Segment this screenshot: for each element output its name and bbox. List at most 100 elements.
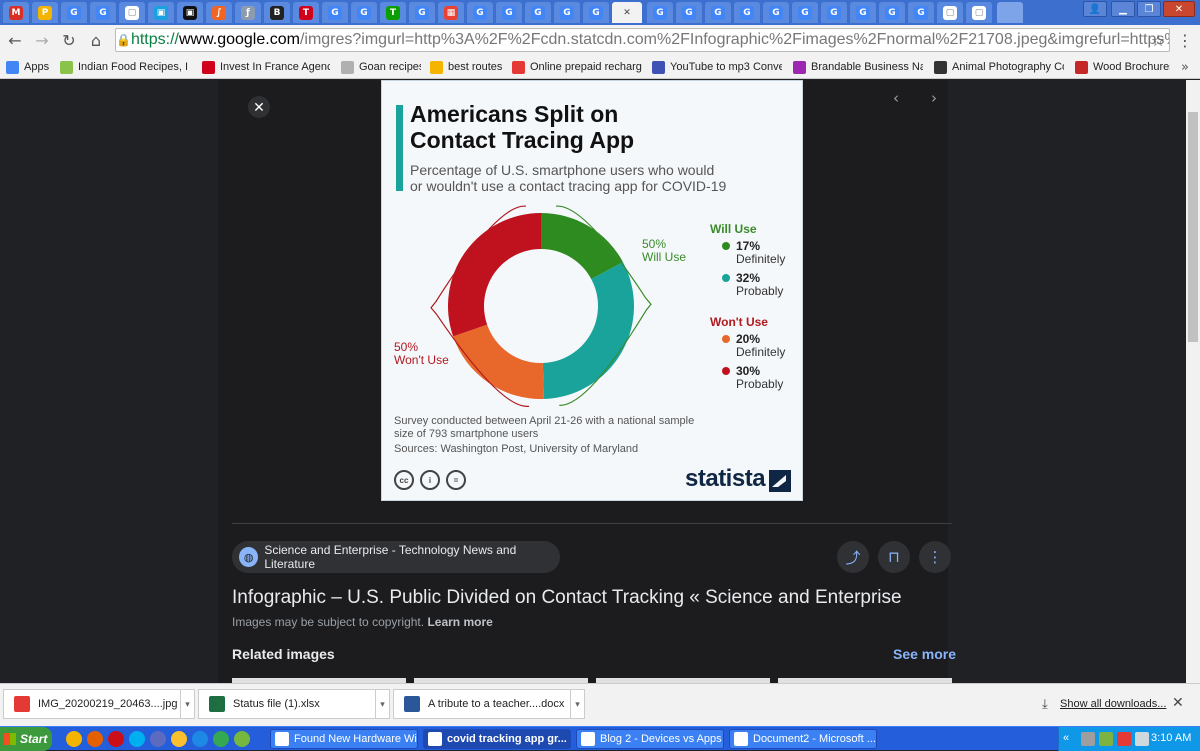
tab[interactable]: G	[525, 2, 551, 23]
tab[interactable]: G	[467, 2, 493, 23]
tab[interactable]: G	[322, 2, 348, 23]
home-button[interactable]: ⌂	[86, 30, 106, 50]
restore-button[interactable]: ❐	[1137, 1, 1161, 17]
tab[interactable]: G	[879, 2, 905, 23]
tab[interactable]: G	[850, 2, 876, 23]
skype-icon[interactable]	[129, 731, 145, 747]
download-options-icon[interactable]: ▾	[375, 690, 389, 718]
tab[interactable]: G	[496, 2, 522, 23]
tab[interactable]: G	[351, 2, 377, 23]
reload-button[interactable]: ↻	[59, 30, 79, 50]
address-bar[interactable]: 🔒 https://www.google.com/imgres?imgurl=h…	[115, 28, 1170, 52]
tab[interactable]: B	[264, 2, 290, 23]
tab-active[interactable]: ✕	[612, 2, 642, 23]
save-button[interactable]: ⊓	[878, 541, 910, 573]
taskbar-window-button[interactable]: Found New Hardware Wi...	[270, 729, 418, 749]
download-item[interactable]: IMG_20200219_20463....jpg ▾	[3, 689, 195, 719]
tray-expand-icon[interactable]: «	[1063, 732, 1077, 746]
firefox-icon[interactable]	[87, 731, 103, 747]
start-button[interactable]: Start	[0, 727, 52, 751]
show-all-downloads-link[interactable]: Show all downloads...	[1060, 698, 1166, 710]
page-scrollbar[interactable]	[1186, 80, 1200, 683]
scrollbar-thumb[interactable]	[1188, 112, 1198, 342]
utorrent-icon[interactable]	[234, 731, 250, 747]
tab[interactable]: ▢	[119, 2, 145, 23]
taskbar-window-button[interactable]: Blog 2 - Devices vs Apps ...	[576, 729, 724, 749]
tab[interactable]: G	[61, 2, 87, 23]
tab[interactable]: G	[734, 2, 760, 23]
opera-icon[interactable]	[108, 731, 124, 747]
tab[interactable]: ▢	[966, 2, 992, 23]
network-icon[interactable]	[1081, 732, 1095, 746]
menu-icon[interactable]: ⋮	[1175, 30, 1195, 50]
bookmark-item[interactable]: best routes	[430, 59, 505, 75]
media-icon[interactable]	[150, 731, 166, 747]
download-options-icon[interactable]: ▾	[180, 690, 194, 718]
user-icon[interactable]: 👤	[1083, 1, 1107, 17]
share-button[interactable]: ⤴	[837, 541, 869, 573]
bookmark-item[interactable]: Wood Brochures	[1075, 59, 1170, 75]
forward-button[interactable]: →	[32, 30, 52, 50]
app-icon: ƒ	[241, 5, 255, 20]
tab[interactable]: G	[676, 2, 702, 23]
learn-more-link[interactable]: Learn more	[427, 615, 492, 629]
tab[interactable]: ∫	[206, 2, 232, 23]
tab[interactable]: ▢	[937, 2, 963, 23]
tab[interactable]: P	[32, 2, 58, 23]
tab[interactable]: G	[583, 2, 609, 23]
tab[interactable]: ▣	[148, 2, 174, 23]
tray-app-icon[interactable]	[1099, 732, 1113, 746]
bookmark-item[interactable]: Apps	[6, 59, 50, 75]
antivirus-icon[interactable]	[1117, 732, 1131, 746]
bookmark-item[interactable]: YouTube to mp3 Conver	[652, 59, 782, 75]
tab[interactable]: T	[293, 2, 319, 23]
more-options-button[interactable]: ⋮	[919, 541, 951, 573]
donut-slice	[542, 262, 634, 399]
download-item[interactable]: Status file (1).xlsx ▾	[198, 689, 390, 719]
infographic-image[interactable]: Americans Split on Contact Tracing App P…	[381, 80, 803, 501]
bookmark-item[interactable]: Indian Food Recipes, Inc	[60, 59, 188, 75]
result-page-title[interactable]: Infographic – U.S. Public Divided on Con…	[232, 587, 902, 609]
new-tab-button[interactable]	[997, 2, 1023, 23]
tab[interactable]: G	[821, 2, 847, 23]
taskbar-window-button[interactable]: covid tracking app gr...	[423, 729, 571, 749]
tab[interactable]: G	[647, 2, 673, 23]
tab[interactable]: ▣	[177, 2, 203, 23]
taskbar-window-button[interactable]: Document2 - Microsoft ...	[729, 729, 877, 749]
minimize-button[interactable]: ▁	[1111, 1, 1135, 17]
chrome-icon[interactable]	[213, 731, 229, 747]
close-window-button[interactable]: ✕	[1163, 1, 1195, 17]
download-item[interactable]: A tribute to a teacher....docx ▾	[393, 689, 585, 719]
download-options-icon[interactable]: ▾	[570, 690, 584, 718]
tab[interactable]: G	[908, 2, 934, 23]
ie-icon[interactable]	[192, 731, 208, 747]
close-downloads-icon[interactable]: ✕	[1172, 694, 1184, 711]
close-tab-icon[interactable]: ✕	[620, 6, 634, 20]
tab[interactable]: T	[380, 2, 406, 23]
more-bookmarks-icon[interactable]: »	[1175, 57, 1195, 77]
tab[interactable]: M	[3, 2, 29, 23]
bookmark-item[interactable]: Brandable Business Nam	[793, 59, 923, 75]
bookmark-item[interactable]: Goan recipes	[341, 59, 421, 75]
tab[interactable]: ƒ	[235, 2, 261, 23]
tab[interactable]: G	[763, 2, 789, 23]
bookmark-star-icon[interactable]: ☆	[1148, 30, 1168, 50]
back-button[interactable]: ←	[5, 30, 25, 50]
previous-image-icon[interactable]: ‹	[886, 88, 906, 108]
tab[interactable]: G	[705, 2, 731, 23]
chrome-icon[interactable]	[66, 731, 82, 747]
next-image-icon[interactable]: ›	[924, 88, 944, 108]
tab[interactable]: G	[409, 2, 435, 23]
close-viewer-icon[interactable]: ✕	[248, 96, 270, 118]
tab[interactable]: G	[554, 2, 580, 23]
smiley-icon[interactable]	[171, 731, 187, 747]
tab[interactable]: G	[90, 2, 116, 23]
tab[interactable]: G	[792, 2, 818, 23]
source-site-chip[interactable]: ◍ Science and Enterprise - Technology Ne…	[232, 541, 560, 573]
tab[interactable]: ▦	[438, 2, 464, 23]
bookmark-item[interactable]: Animal Photography Con	[934, 59, 1064, 75]
bookmark-item[interactable]: Invest In France Agency	[202, 59, 330, 75]
see-more-link[interactable]: See more	[893, 646, 956, 662]
volume-icon[interactable]	[1135, 732, 1149, 746]
bookmark-item[interactable]: Online prepaid recharge	[512, 59, 642, 75]
